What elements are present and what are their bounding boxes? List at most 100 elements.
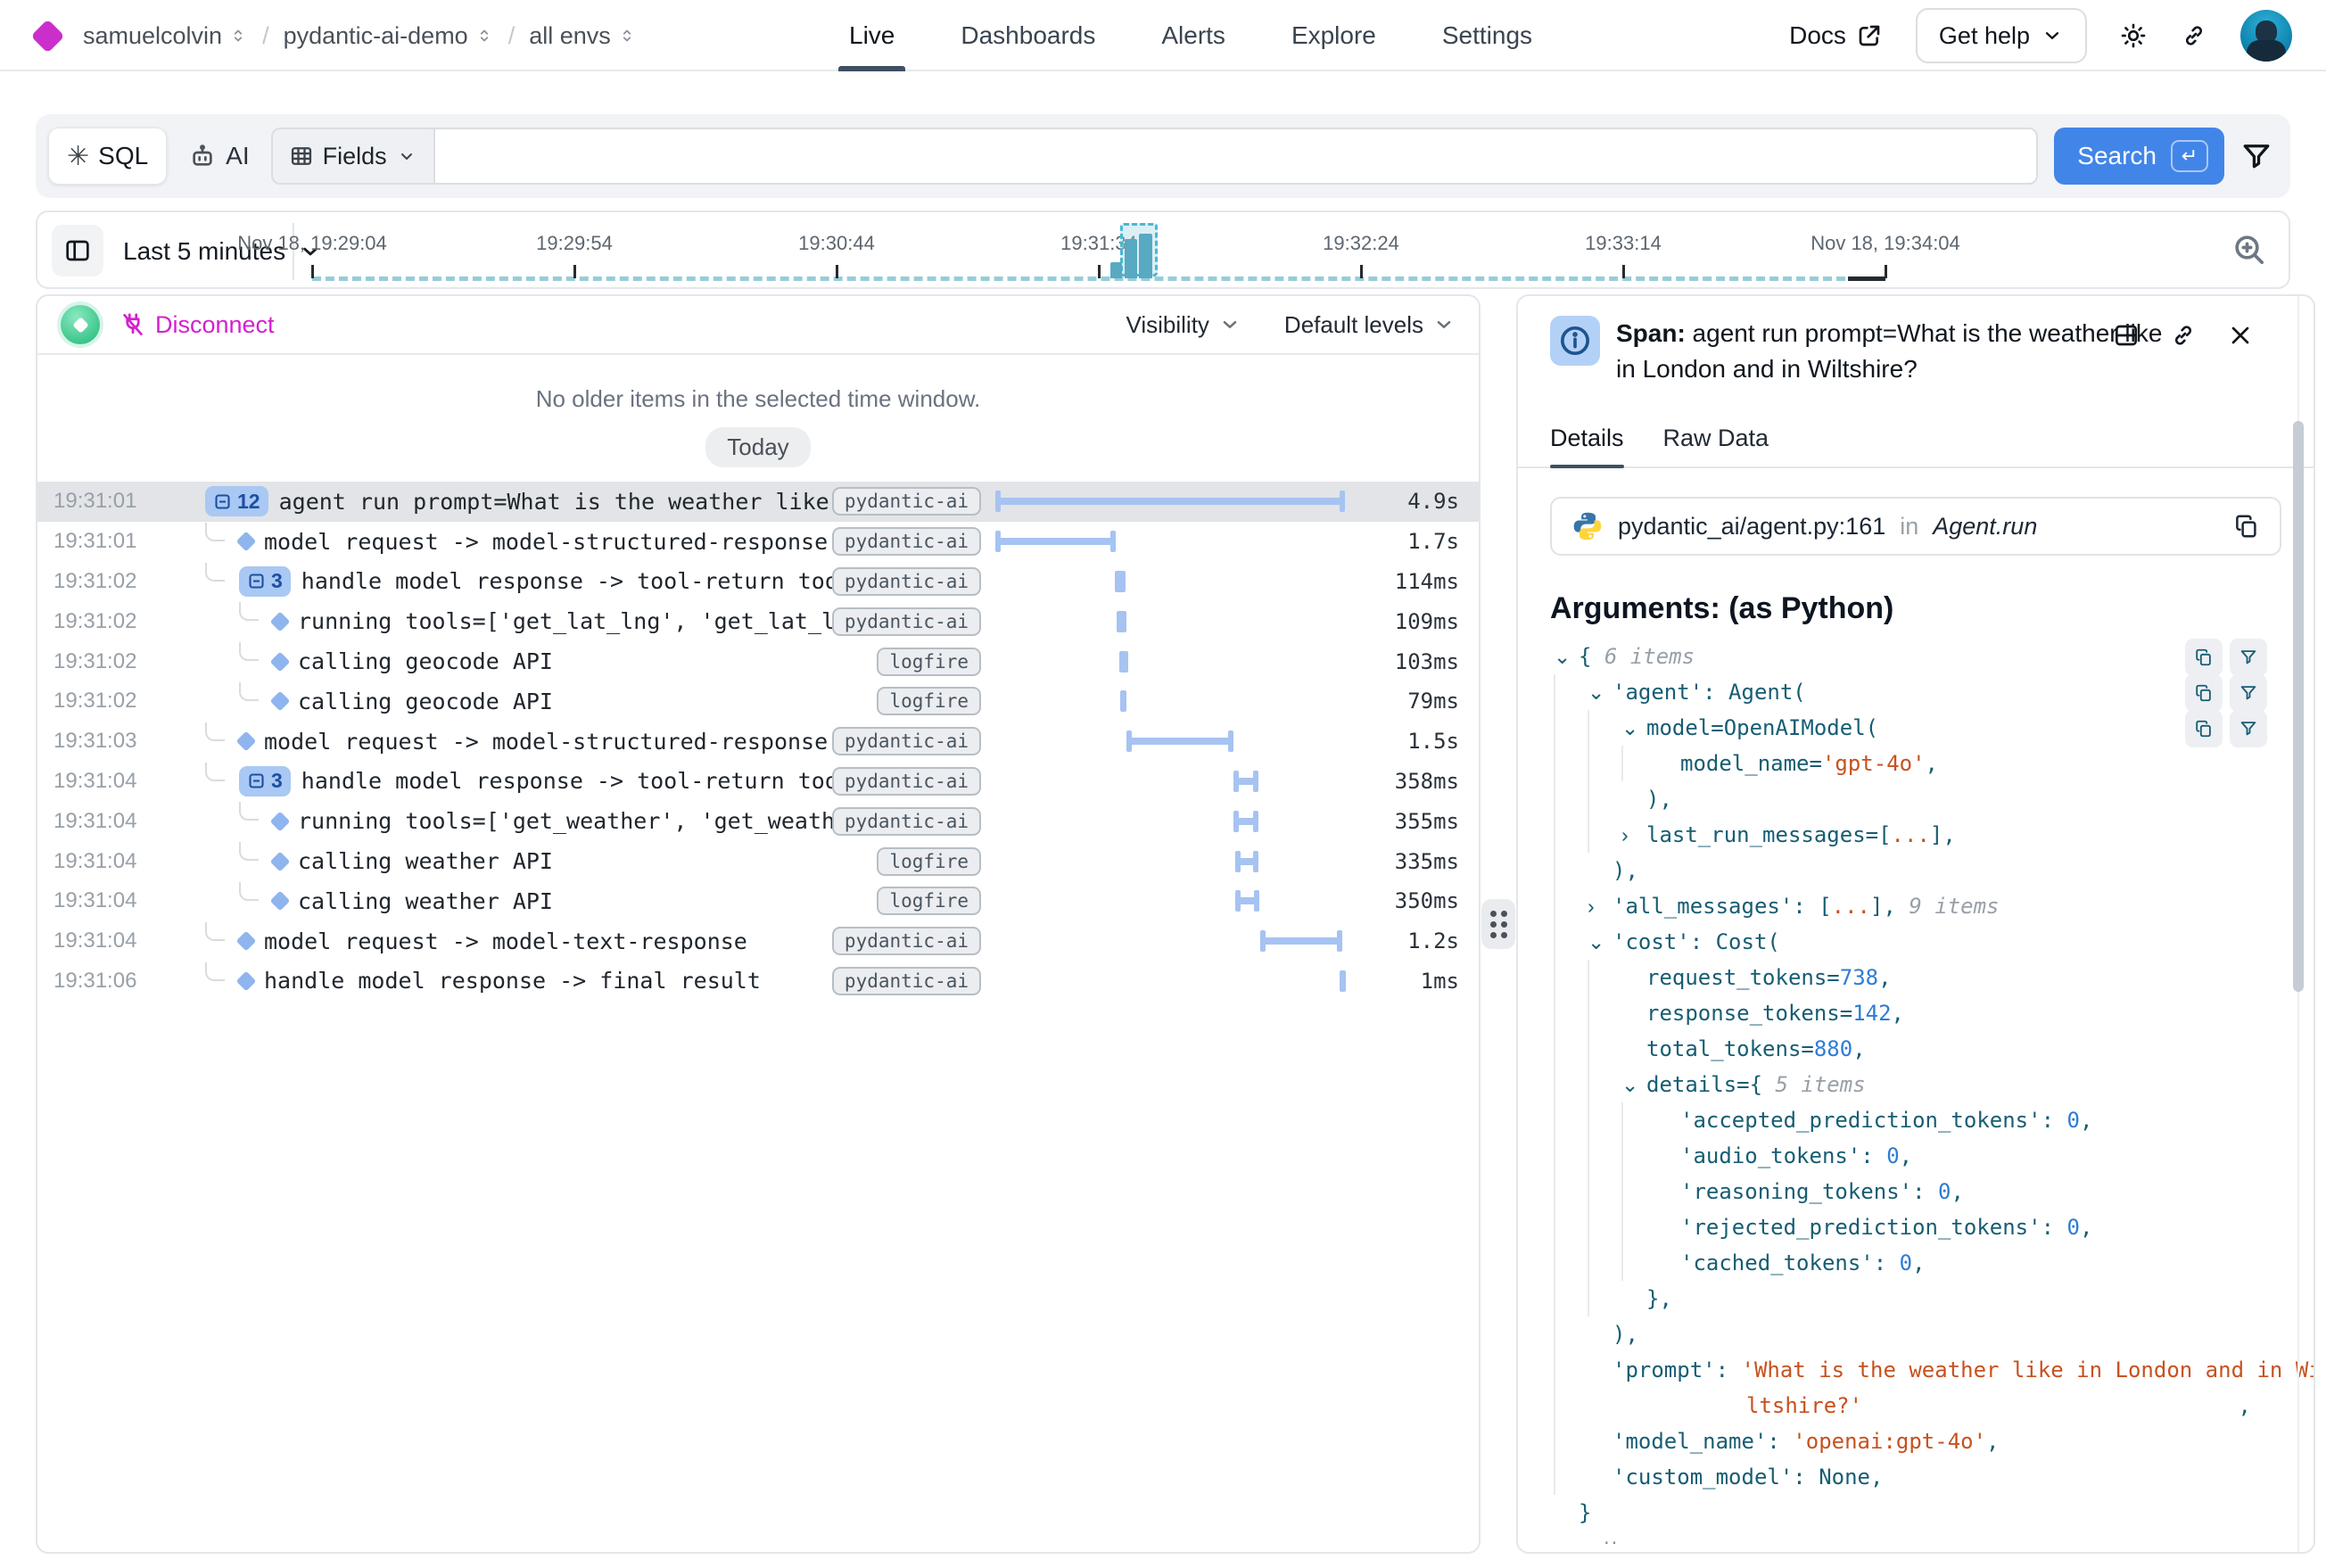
source-location[interactable]: pydantic_ai/agent.py:161 in Agent.run: [1550, 497, 2281, 556]
trace-row-time: 19:31:06: [37, 969, 171, 994]
logfire-logo-icon[interactable]: [30, 19, 64, 53]
tree-connector: [239, 882, 259, 901]
trailing-comma: ,: [2239, 1393, 2251, 1418]
trace-row[interactable]: 19:31:03model request -> model-structure…: [37, 722, 1479, 762]
get-help-button[interactable]: Get help: [1916, 8, 2087, 63]
share-link-button[interactable]: [2180, 21, 2208, 50]
visibility-dropdown[interactable]: Visibility: [1126, 311, 1241, 339]
search-input[interactable]: [433, 128, 2039, 185]
dock-panel-button[interactable]: [2112, 321, 2140, 350]
nav-item-live[interactable]: Live: [849, 0, 895, 71]
collapse-badge[interactable]: 12: [205, 486, 268, 516]
default-levels-dropdown[interactable]: Default levels: [1284, 311, 1456, 339]
trace-row[interactable]: 19:31:01model request -> model-structure…: [37, 522, 1479, 562]
trace-row[interactable]: 19:31:06handle model response -> final r…: [37, 961, 1479, 1002]
filter-value-button[interactable]: [2230, 674, 2267, 712]
trace-row[interactable]: 19:31:04model request -> model-text-resp…: [37, 921, 1479, 961]
duration-bar: [1117, 611, 1126, 632]
tree-connector: [205, 722, 225, 741]
indent-guide: [1588, 1067, 1621, 1102]
ai-mode-button[interactable]: AI: [183, 142, 254, 170]
user-avatar[interactable]: [2240, 10, 2292, 62]
tab-details[interactable]: Details: [1550, 425, 1624, 466]
trace-row-indent: [171, 601, 273, 641]
filter-value-button[interactable]: [2230, 710, 2267, 747]
disconnect-button[interactable]: Disconnect: [120, 311, 275, 339]
nav-item-explore[interactable]: Explore: [1291, 0, 1376, 71]
collapse-chevron-icon[interactable]: ⌄: [1588, 930, 1613, 954]
sidebar-toggle-button[interactable]: [52, 225, 103, 276]
tree-connector: [239, 602, 259, 621]
collapse-chevron-icon[interactable]: ⌄: [1588, 681, 1613, 705]
trace-row[interactable]: 19:31:043handle model response -> tool-r…: [37, 762, 1479, 802]
copy-value-button[interactable]: [2185, 710, 2223, 747]
fields-dropdown-button[interactable]: Fields: [271, 128, 433, 185]
docs-link[interactable]: Docs: [1789, 21, 1884, 50]
today-button[interactable]: Today: [705, 427, 810, 467]
trace-row[interactable]: 19:31:0112agent run prompt=What is the w…: [37, 482, 1479, 522]
collapse-chevron-icon[interactable]: ⌄: [1554, 645, 1579, 669]
search-button[interactable]: Search ↵: [2054, 128, 2224, 185]
trace-row[interactable]: 19:31:02running tools=['get_lat_lng', 'g…: [37, 601, 1479, 641]
close-panel-button[interactable]: [2226, 321, 2255, 350]
indent-guide: [1588, 746, 1621, 781]
tab-raw-data[interactable]: Raw Data: [1663, 425, 1769, 466]
nav-item-dashboards[interactable]: Dashboards: [961, 0, 1095, 71]
indent-guide: [1554, 1067, 1588, 1102]
theme-toggle-button[interactable]: [2119, 21, 2148, 50]
trace-row-time: 19:31:03: [37, 729, 171, 754]
scrollbar-thumb[interactable]: [2293, 421, 2304, 992]
collapse-chevron-icon[interactable]: ⌄: [1621, 1073, 1646, 1097]
breadcrumb-item[interactable]: pydantic-ai-demo: [284, 22, 494, 50]
trace-row[interactable]: 19:31:04calling weather APIlogfire335ms: [37, 841, 1479, 881]
scope-tag: pydantic-ai: [832, 567, 981, 596]
code-token: },: [1646, 1286, 1672, 1311]
copy-source-button[interactable]: [2233, 513, 2260, 540]
code-line: ⌄'cost': Cost(: [1554, 924, 2314, 960]
copy-span-link-button[interactable]: [2169, 321, 2198, 350]
collapse-chevron-icon[interactable]: ⌄: [1621, 716, 1646, 740]
search-toolbar: ✳ SQL AI Fields Search ↵: [36, 114, 2290, 198]
expand-chevron-icon[interactable]: ›: [1588, 895, 1613, 919]
info-icon: [1550, 316, 1600, 366]
tree-connector: [205, 763, 225, 781]
code-token: 9 items: [1909, 894, 1999, 919]
trace-row[interactable]: 19:31:02calling geocode APIlogfire103ms: [37, 641, 1479, 681]
code-token: 'agent': Agent(: [1613, 680, 1806, 705]
trace-row[interactable]: 19:31:02calling geocode APIlogfire79ms: [37, 681, 1479, 722]
nav-item-alerts[interactable]: Alerts: [1161, 0, 1225, 71]
code-token: ,: [1912, 1250, 1925, 1275]
histogram-bar: [1139, 234, 1152, 278]
timeline-zoom-button[interactable]: [2231, 232, 2267, 268]
filter-button[interactable]: [2240, 140, 2272, 172]
chevrons-up-down-icon: [228, 26, 248, 45]
code-token: 'custom_model': None,: [1613, 1465, 1883, 1490]
trace-row-indent: [171, 921, 239, 961]
trace-row[interactable]: 19:31:04calling weather APIlogfire350ms: [37, 881, 1479, 921]
breadcrumb-item[interactable]: all envs: [529, 22, 637, 50]
nav-item-settings[interactable]: Settings: [1442, 0, 1532, 71]
collapse-badge[interactable]: 3: [239, 766, 291, 796]
collapse-icon: [213, 492, 232, 511]
copy-value-button[interactable]: [2185, 674, 2223, 712]
timeline-track[interactable]: Nov 18, 19:29:0419:29:5419:30:4419:31:34…: [312, 221, 1885, 278]
filter-value-button[interactable]: [2230, 639, 2267, 676]
duration-track: [995, 601, 1345, 641]
copy-value-button[interactable]: [2185, 639, 2223, 676]
trace-row-duration: 1.7s: [1345, 529, 1479, 554]
code-line: ›last_run_messages=[...],: [1554, 817, 2314, 853]
scope-tag: pydantic-ai: [832, 727, 981, 755]
timeline-tick-mark: [573, 265, 576, 278]
collapse-badge[interactable]: 3: [239, 566, 291, 597]
link-icon: [2169, 321, 2198, 350]
close-icon: [2226, 321, 2255, 350]
trace-row[interactable]: 19:31:023handle model response -> tool-r…: [37, 562, 1479, 602]
expand-chevron-icon[interactable]: ›: [1621, 823, 1646, 847]
detail-tabs: Details Raw Data: [1518, 425, 2314, 468]
sql-mode-button[interactable]: ✳ SQL: [48, 128, 167, 185]
tree-connector: [205, 563, 225, 582]
trace-row[interactable]: 19:31:04running tools=['get_weather', 'g…: [37, 801, 1479, 841]
breadcrumb-item[interactable]: samuelcolvin: [83, 22, 248, 50]
code-line: 'reasoning_tokens': 0,: [1554, 1174, 2314, 1209]
panel-resize-handle[interactable]: [1481, 899, 1515, 949]
